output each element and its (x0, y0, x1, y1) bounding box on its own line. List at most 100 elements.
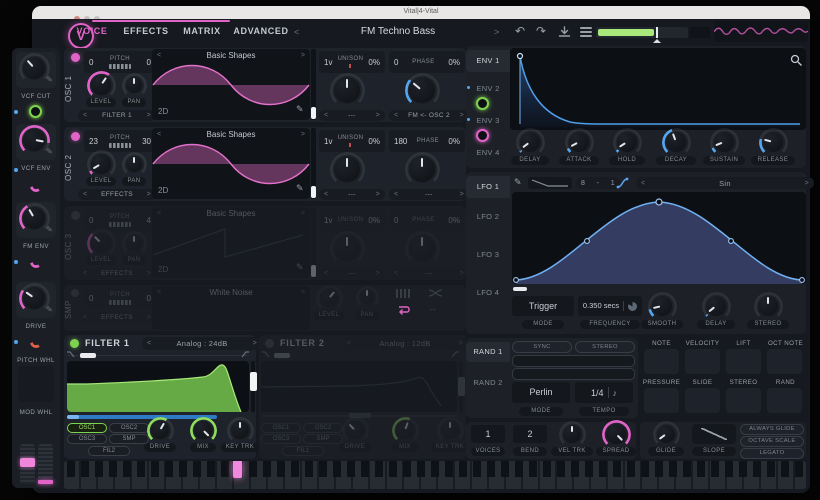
voices-value[interactable]: 1 (471, 425, 505, 443)
rand-tempo-value[interactable]: 1/4 ♪ (575, 382, 633, 403)
filter2-keytrk-knob[interactable] (440, 420, 460, 440)
osc3-slot2-selector[interactable]: <---> (389, 268, 469, 279)
filter2-model-selector[interactable]: <Analog : 12dB> (342, 337, 468, 350)
lfo-smooth-icon[interactable] (616, 177, 629, 189)
env-delay-knob[interactable] (519, 131, 541, 153)
osc2-slot2-selector[interactable]: <---> (389, 189, 469, 200)
tab-env4[interactable]: ENV 4 (466, 148, 510, 157)
filter2-input-osc1[interactable]: OSC1 (261, 423, 301, 433)
lfo-delay-knob[interactable] (705, 295, 727, 317)
osc2-view-label[interactable]: 2D (158, 186, 168, 195)
osc2-pitch-box[interactable]: 23 PITCH 30 (84, 130, 156, 152)
smp-routing-selector[interactable]: <EFFECTS> (78, 312, 156, 323)
osc1-level-knob[interactable] (90, 74, 112, 96)
mod-source-dot[interactable] (14, 110, 18, 114)
envelope-display[interactable] (510, 48, 806, 130)
filter2-blend-handle[interactable] (274, 353, 290, 358)
filter1-input-osc3[interactable]: OSC3 (67, 434, 107, 444)
osc1-pitch-box[interactable]: 0 PITCH 0 (84, 51, 156, 73)
pencil-icon[interactable]: ✎ (296, 263, 304, 272)
osc3-slot1-selector[interactable]: <---> (319, 268, 385, 279)
osc1-unison-box[interactable]: 1v UNISON 0% (319, 51, 385, 73)
pitch-wheel-area[interactable] (18, 366, 54, 402)
lfo-phase-slider[interactable] (513, 287, 527, 291)
filter2-input-osc2[interactable]: OSC2 (303, 423, 343, 433)
pencil-icon[interactable]: ✎ (514, 178, 522, 187)
mod-meter-green[interactable] (29, 105, 42, 118)
osc1-transpose-value[interactable]: 0 (89, 58, 93, 67)
always-glide-toggle[interactable]: ALWAYS GLIDE (740, 424, 804, 435)
lfo-stereo-knob[interactable] (757, 295, 779, 317)
vcf-env-knob[interactable] (22, 128, 46, 152)
osc2-pan-knob[interactable] (125, 155, 143, 173)
osc1-wavetable-display[interactable]: <Basic Shapes> 2D ✎ (152, 49, 310, 120)
osc3-pitch-box[interactable]: 0 PITCH 4 (84, 209, 156, 231)
highlighted-key[interactable] (233, 461, 242, 478)
osc1-phase-box[interactable]: 0 PHASE 0% (389, 51, 465, 73)
osc1-wavetable-selector[interactable]: <Basic Shapes> (152, 49, 310, 62)
preset-next-icon[interactable]: > (494, 28, 499, 37)
env-sustain-knob[interactable] (713, 131, 735, 153)
osc1-unison-knob[interactable] (333, 76, 361, 104)
lfo-grid-selector[interactable]: 8-1 (576, 177, 620, 189)
pencil-icon[interactable]: ✎ (46, 226, 53, 234)
filter1-model-selector[interactable]: <Analog : 24dB> (142, 337, 262, 350)
mod-octnote-source[interactable] (767, 349, 802, 374)
pitch-wheel-handle[interactable] (20, 458, 35, 467)
osc3-wavetable-selector[interactable]: <Basic Shapes> (152, 207, 310, 220)
osc2-unison-box[interactable]: 1v UNISON 0% (319, 130, 385, 152)
filter2-mix-knob[interactable] (395, 420, 415, 440)
tab-advanced[interactable]: ADVANCED (232, 26, 290, 36)
pencil-icon[interactable]: ✎ (46, 148, 53, 156)
filter2-enable-button[interactable] (265, 339, 274, 348)
rand-stereo-button[interactable]: STEREO (575, 341, 635, 353)
osc1-unison-voices[interactable]: 1v (324, 58, 332, 67)
filter1-cutoff-handle[interactable] (67, 415, 79, 419)
mod-source-dot[interactable] (14, 340, 18, 344)
osc2-phase-box[interactable]: 180 PHASE 0% (389, 130, 465, 152)
tab-lfo2[interactable]: LFO 2 (466, 212, 510, 221)
env-release-knob[interactable] (762, 131, 784, 153)
smp-sample-selector[interactable]: <White Noise> (152, 286, 310, 299)
filter1-input-osc1[interactable]: OSC1 (67, 423, 107, 433)
redo-icon[interactable]: ↷ (536, 25, 546, 37)
osc1-unison-detune[interactable]: 0% (368, 58, 380, 67)
lfo-frequency-value[interactable]: 0.350 secs (578, 296, 642, 316)
sync-type-icon[interactable] (628, 302, 637, 311)
filter2-input-osc3[interactable]: OSC3 (261, 434, 301, 444)
keytrack-icon[interactable] (396, 289, 411, 298)
osc3-morph-slider[interactable] (311, 207, 316, 278)
osc1-enable-button[interactable] (71, 53, 80, 62)
osc2-slot1-selector[interactable]: <---> (319, 189, 385, 200)
env3-meter[interactable] (476, 129, 489, 142)
env-hold-knob[interactable] (616, 131, 638, 153)
tab-rand2[interactable]: RAND 2 (466, 378, 510, 387)
drive-macro-knob[interactable] (22, 286, 46, 310)
osc2-morph-slider[interactable] (311, 128, 316, 199)
filter1-mix-knob[interactable] (193, 420, 213, 440)
filter2-input-fil1[interactable]: FIL1 (282, 446, 324, 456)
pencil-icon[interactable]: ✎ (46, 76, 53, 84)
mod-stereo-source[interactable] (726, 388, 761, 413)
pencil-icon[interactable]: ✎ (296, 105, 304, 114)
filter1-cutoff-slider[interactable] (67, 415, 217, 419)
mod-source-dot[interactable] (14, 168, 18, 172)
preset-name[interactable]: FM Techno Bass (306, 26, 490, 37)
mod-wheel[interactable] (38, 444, 53, 484)
tab-matrix[interactable]: MATRIX (180, 26, 224, 36)
osc1-phase-knob[interactable] (408, 76, 436, 104)
smp-level-knob[interactable] (319, 288, 339, 308)
osc3-pan-knob[interactable] (125, 234, 143, 252)
lfo-mode-value[interactable]: Trigger (512, 296, 574, 316)
filter1-blend-handle[interactable] (80, 353, 96, 358)
osc1-slot2-selector[interactable]: <FM <- OSC 2> (389, 110, 469, 121)
osc3-level-knob[interactable] (90, 232, 112, 254)
mod-note-source[interactable] (644, 349, 679, 374)
osc1-view-label[interactable]: 2D (158, 107, 168, 116)
lfo-smooth-knob[interactable] (651, 295, 673, 317)
tab-effects[interactable]: EFFECTS (122, 26, 170, 36)
osc1-phase-random[interactable]: 0% (448, 58, 460, 67)
osc3-unison-box[interactable]: 1v UNISON 0% (319, 209, 385, 231)
osc3-enable-button[interactable] (71, 211, 80, 220)
filter2-input-smp[interactable]: SMP (303, 434, 343, 444)
